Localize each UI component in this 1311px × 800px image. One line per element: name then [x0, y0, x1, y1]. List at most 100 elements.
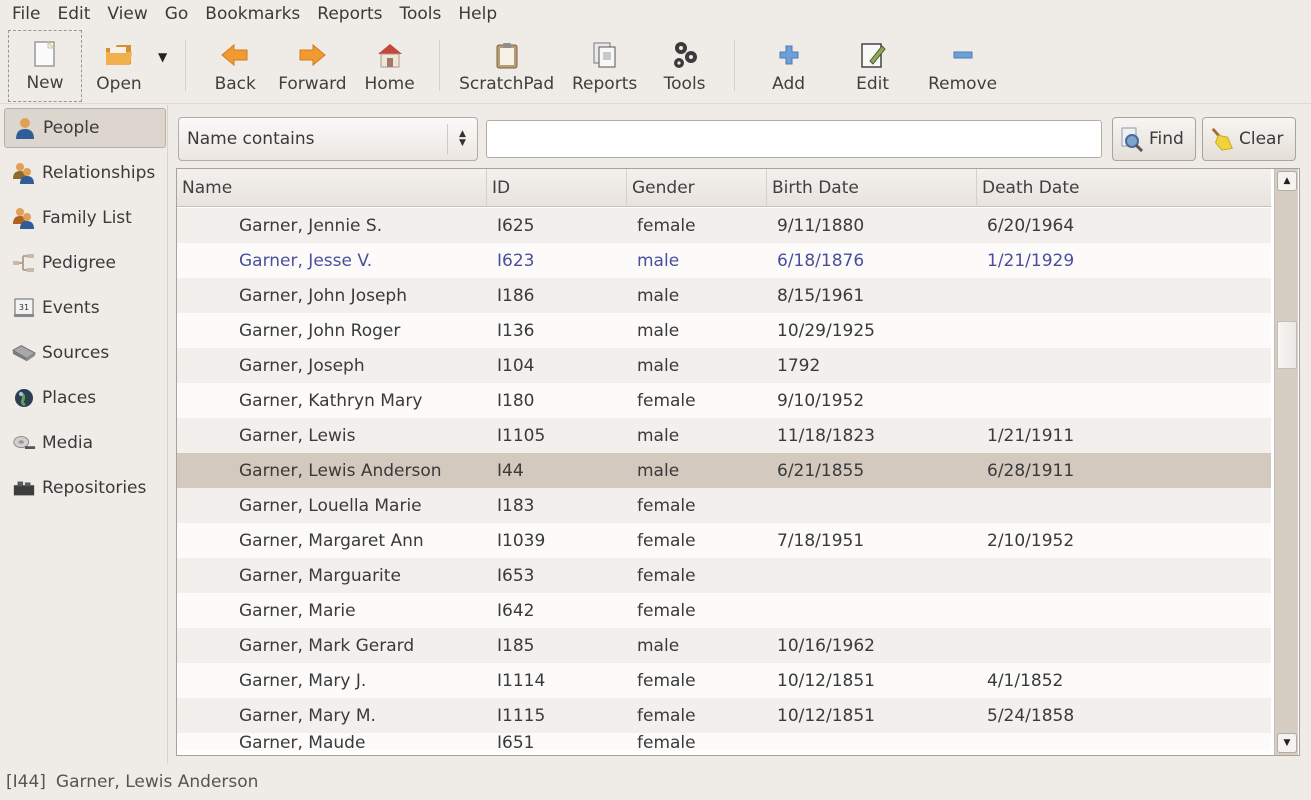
cell-id: I1114 [497, 670, 546, 691]
globe-icon [12, 386, 36, 410]
cell-birth-date: 9/10/1952 [777, 390, 865, 411]
table-row[interactable]: Garner, Kathryn Mary I180 female 9/10/1952 [177, 383, 1271, 418]
table-row[interactable]: Garner, Mary M. I1115 female 10/12/1851 5/24… [177, 698, 1271, 733]
back-button[interactable]: Back [198, 30, 272, 102]
table-row[interactable]: Garner, John Joseph I186 male 8/15/1961 [177, 278, 1271, 313]
cell-birth-date: 10/29/1925 [777, 320, 875, 341]
cell-birth-date: 9/11/1880 [777, 215, 865, 236]
arrow-right-icon [297, 40, 327, 70]
filter-type-select[interactable]: Name contains ▲ ▼ [178, 117, 478, 161]
table-row[interactable]: Garner, Jennie S. I625 female 9/11/1880 6/20… [177, 208, 1271, 243]
open-dropdown-arrow[interactable]: ▼ [156, 28, 173, 103]
scrollbar-thumb[interactable] [1277, 321, 1297, 369]
sidebar-label: Media [42, 433, 94, 453]
cell-gender: female [637, 495, 696, 516]
sidebar-item-events[interactable]: 31 Events [4, 288, 166, 328]
forward-label: Forward [278, 74, 347, 94]
cell-gender: male [637, 285, 680, 306]
menu-bookmarks[interactable]: Bookmarks [197, 4, 309, 24]
sidebar-item-family-list[interactable]: Family List [4, 198, 166, 238]
media-icon [12, 431, 36, 455]
column-header-gender[interactable]: Gender [627, 169, 767, 207]
tools-button[interactable]: Tools [648, 30, 722, 102]
table-row[interactable]: Garner, Mary J. I1114 female 10/12/1851 4/1/… [177, 663, 1271, 698]
cell-name: Garner, Maude [239, 733, 366, 751]
table-row[interactable]: Garner, Jesse V. I623 male 6/18/1876 1/21/19… [177, 243, 1271, 278]
cell-id: I1105 [497, 425, 546, 446]
scroll-up-button[interactable]: ▲ [1277, 171, 1297, 191]
cell-gender: female [637, 530, 696, 551]
cell-birth-date: 10/12/1851 [777, 670, 875, 691]
column-header-name[interactable]: Name [177, 169, 487, 207]
remove-button[interactable]: Remove [915, 30, 1011, 102]
filter-search-input[interactable] [486, 120, 1102, 158]
new-label: New [26, 73, 64, 93]
cell-death-date: 1/21/1911 [987, 425, 1075, 446]
table-row[interactable]: Garner, Lewis I1105 male 11/18/1823 1/21/191… [177, 418, 1271, 453]
menu-help[interactable]: Help [450, 4, 506, 24]
table-row[interactable]: Garner, Marguarite I653 female [177, 558, 1271, 593]
table-row[interactable]: Garner, John Roger I136 male 10/29/1925 [177, 313, 1271, 348]
sidebar-item-relationships[interactable]: Relationships [4, 153, 166, 193]
forward-button[interactable]: Forward [272, 30, 352, 102]
cell-birth-date: 10/16/1962 [777, 635, 875, 656]
cell-id: I623 [497, 250, 535, 271]
back-label: Back [214, 74, 256, 94]
home-button[interactable]: Home [353, 30, 427, 102]
column-header-id[interactable]: ID [487, 169, 627, 207]
home-icon [375, 40, 405, 70]
toolbar-separator [438, 40, 440, 91]
sidebar-item-sources[interactable]: Sources [4, 333, 166, 373]
cell-gender: male [637, 320, 680, 341]
toolbar-separator [733, 40, 735, 91]
cell-birth-date: 7/18/1951 [777, 530, 865, 551]
sidebar-label: Sources [42, 343, 110, 363]
table-header: Name ID Gender Birth Date Death Date [177, 169, 1271, 207]
reports-button[interactable]: Reports [562, 30, 648, 102]
menu-view[interactable]: View [99, 4, 156, 24]
table-row[interactable]: Garner, Maude I651 female [177, 733, 1271, 751]
menu-reports[interactable]: Reports [309, 4, 391, 24]
sidebar-label: Relationships [42, 163, 156, 183]
cell-death-date: 4/1/1852 [987, 670, 1064, 691]
menu-tools[interactable]: Tools [392, 4, 451, 24]
edit-button[interactable]: Edit [831, 30, 915, 102]
column-header-death-date[interactable]: Death Date [977, 169, 1271, 207]
cell-gender: female [637, 705, 696, 726]
find-button[interactable]: Find [1112, 117, 1196, 161]
open-button[interactable]: Open [82, 30, 156, 102]
table-row-selected[interactable]: Garner, Lewis Anderson I44 male 6/21/1855 6/… [177, 453, 1271, 488]
table-row[interactable]: Garner, Louella Marie I183 female [177, 488, 1271, 523]
relationships-icon [12, 161, 36, 185]
cell-name: Garner, John Roger [239, 320, 401, 341]
person-icon [13, 116, 37, 140]
menu-go[interactable]: Go [157, 4, 198, 24]
sidebar-item-pedigree[interactable]: Pedigree [4, 243, 166, 283]
clear-label: Clear [1239, 129, 1284, 149]
cell-birth-date: 6/18/1876 [777, 250, 865, 271]
menu-file[interactable]: File [4, 4, 49, 24]
cell-gender: female [637, 600, 696, 621]
sidebar-item-people[interactable]: People [4, 108, 166, 148]
sidebar-item-places[interactable]: Places [4, 378, 166, 418]
cell-death-date: 6/28/1911 [987, 460, 1075, 481]
cell-gender: male [637, 425, 680, 446]
add-button[interactable]: Add [747, 30, 831, 102]
sidebar-item-media[interactable]: Media [4, 423, 166, 463]
new-button[interactable]: New [8, 30, 82, 102]
scroll-down-button[interactable]: ▼ [1277, 733, 1297, 753]
sidebar-label: People [43, 118, 100, 138]
scratchpad-button[interactable]: ScratchPad [452, 30, 562, 102]
table-row[interactable]: Garner, Margaret Ann I1039 female 7/18/1951… [177, 523, 1271, 558]
vertical-scrollbar[interactable]: ▲ ▼ [1274, 169, 1298, 755]
table-row[interactable]: Garner, Marie I642 female [177, 593, 1271, 628]
toolbar: New Open ▼ Back Forward Home ScratchPad [0, 28, 1311, 104]
table-row[interactable]: Garner, Mark Gerard I185 male 10/16/1962 [177, 628, 1271, 663]
sidebar-item-repositories[interactable]: Repositories [4, 468, 166, 508]
menu-edit[interactable]: Edit [49, 4, 99, 24]
column-header-birth-date[interactable]: Birth Date [767, 169, 977, 207]
cell-gender: male [637, 635, 680, 656]
clear-button[interactable]: Clear [1202, 117, 1296, 161]
table-row[interactable]: Garner, Joseph I104 male 1792 [177, 348, 1271, 383]
edit-icon [858, 40, 888, 70]
